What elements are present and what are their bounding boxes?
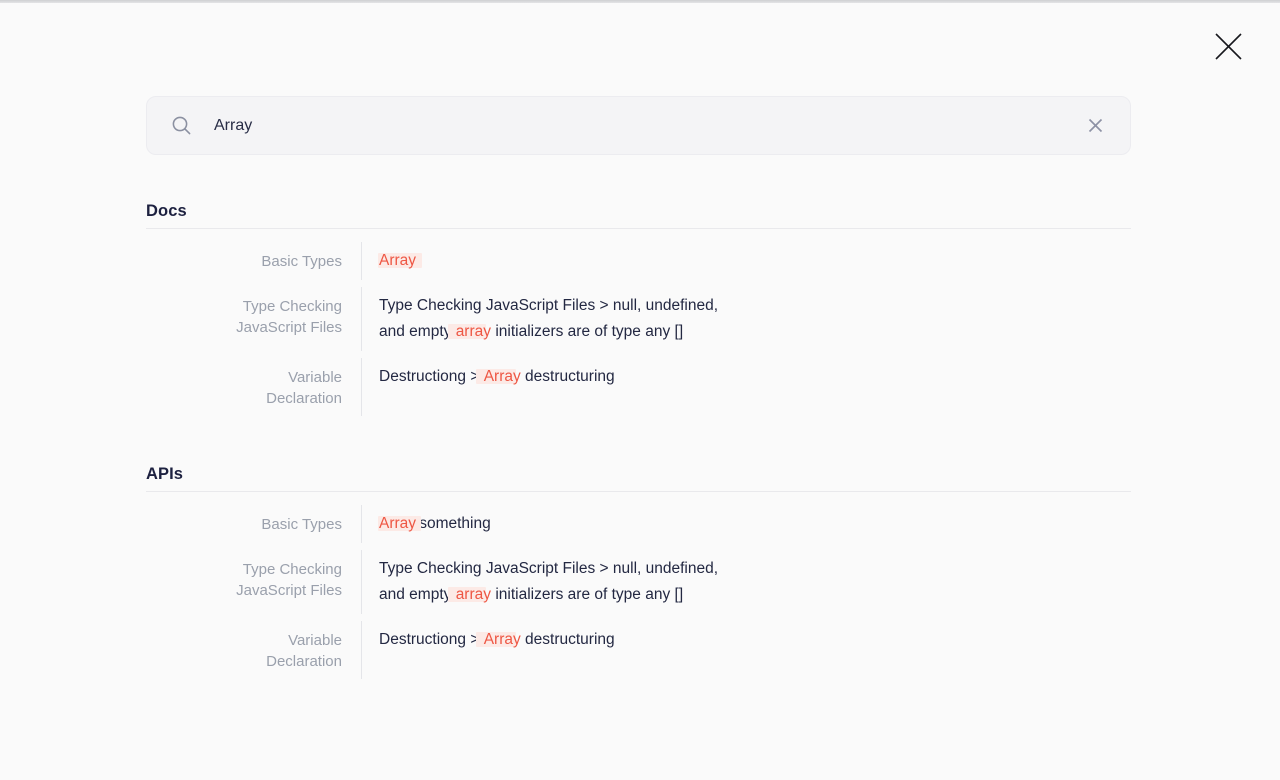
result-text: Type Checking JavaScript Files > null, u… bbox=[361, 287, 921, 351]
highlighted-match: array bbox=[456, 586, 491, 603]
result-row[interactable]: Basic Types Array bbox=[146, 242, 1131, 280]
search-overlay: Docs Basic Types Array Type Checking Jav… bbox=[146, 96, 1131, 679]
result-text-segment: Destructiong > bbox=[379, 368, 484, 385]
result-text-segment: .something bbox=[415, 515, 491, 532]
result-text-segment: destructuring bbox=[521, 368, 615, 385]
section-rows: Basic Types Array.something Type Checkin… bbox=[146, 505, 1131, 679]
result-text: Destructiong > Array destructuring bbox=[361, 621, 921, 679]
search-input[interactable] bbox=[214, 117, 1082, 135]
result-text-segment: initializers are of type any [] bbox=[491, 323, 683, 340]
result-text-segment: Type Checking JavaScript Files > null, u… bbox=[379, 297, 718, 314]
result-text-segment: initializers are of type any [] bbox=[491, 586, 683, 603]
result-category-label: Basic Types bbox=[261, 512, 342, 535]
section-title: Docs bbox=[146, 202, 1131, 220]
result-text-segment: and empty bbox=[379, 586, 456, 603]
result-text-segment: Destructiong > bbox=[379, 631, 484, 648]
highlighted-match: Array bbox=[484, 368, 521, 385]
section-rows: Basic Types Array Type Checking JavaScri… bbox=[146, 242, 1131, 416]
close-icon bbox=[1213, 31, 1244, 62]
result-text: Array.something bbox=[361, 505, 921, 543]
highlighted-match: Array bbox=[379, 252, 416, 269]
result-text: Type Checking JavaScript Files > null, u… bbox=[361, 550, 921, 614]
result-text-segment: destructuring bbox=[521, 631, 615, 648]
result-category-label: Variable Declaration bbox=[220, 365, 342, 409]
search-results: Docs Basic Types Array Type Checking Jav… bbox=[146, 202, 1131, 679]
result-category-label: Type Checking JavaScript Files bbox=[220, 294, 342, 338]
result-category-cell: Type Checking JavaScript Files bbox=[146, 550, 361, 614]
result-category-label: Variable Declaration bbox=[220, 628, 342, 672]
result-category-cell: Basic Types bbox=[146, 505, 361, 543]
result-category-cell: Variable Declaration bbox=[146, 621, 361, 679]
results-section: Docs Basic Types Array Type Checking Jav… bbox=[146, 202, 1131, 416]
result-row[interactable]: Type Checking JavaScript Files Type Chec… bbox=[146, 550, 1131, 614]
result-category-cell: Variable Declaration bbox=[146, 358, 361, 416]
section-divider bbox=[146, 228, 1131, 229]
section-title: APIs bbox=[146, 465, 1131, 483]
result-row[interactable]: Type Checking JavaScript Files Type Chec… bbox=[146, 287, 1131, 351]
result-text: Destructiong > Array destructuring bbox=[361, 358, 921, 416]
result-category-label: Type Checking JavaScript Files bbox=[220, 557, 342, 601]
result-category-cell: Type Checking JavaScript Files bbox=[146, 287, 361, 351]
close-button[interactable] bbox=[1209, 27, 1247, 65]
result-category-label: Basic Types bbox=[261, 249, 342, 272]
result-row[interactable]: Variable Declaration Destructiong > Arra… bbox=[146, 621, 1131, 679]
clear-search-button[interactable] bbox=[1082, 113, 1108, 139]
clear-icon bbox=[1088, 118, 1103, 133]
result-text-segment: Type Checking JavaScript Files > null, u… bbox=[379, 560, 718, 577]
result-row[interactable]: Variable Declaration Destructiong > Arra… bbox=[146, 358, 1131, 416]
search-bar bbox=[146, 96, 1131, 155]
section-divider bbox=[146, 491, 1131, 492]
window-top-border bbox=[0, 0, 1280, 3]
results-section: APIs Basic Types Array.something Type Ch… bbox=[146, 465, 1131, 679]
highlighted-match: Array bbox=[484, 631, 521, 648]
search-icon bbox=[171, 115, 192, 136]
highlighted-match: array bbox=[456, 323, 491, 340]
highlighted-match: Array bbox=[379, 515, 415, 532]
result-category-cell: Basic Types bbox=[146, 242, 361, 280]
result-text: Array bbox=[361, 242, 921, 280]
result-text-segment: and empty bbox=[379, 323, 456, 340]
result-row[interactable]: Basic Types Array.something bbox=[146, 505, 1131, 543]
